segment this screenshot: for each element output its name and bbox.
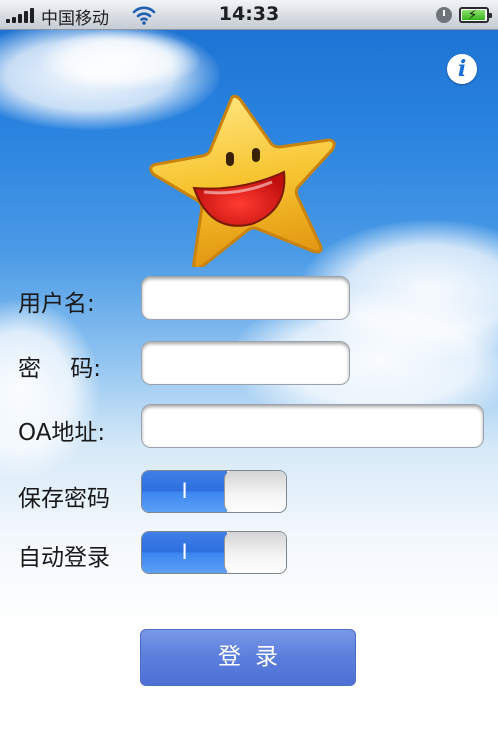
oa-address-label: OA地址: bbox=[18, 420, 106, 446]
lock-rotation-icon bbox=[436, 7, 452, 23]
status-time: 14:33 bbox=[218, 3, 280, 25]
login-screen: 中国移动 14:33 ⚡ i 用户名: 密 码: OA地址: 保存密码 I 自动… bbox=[0, 0, 498, 745]
toggle-on-text: I bbox=[181, 539, 188, 564]
oa-address-input[interactable] bbox=[141, 404, 484, 448]
auto-login-label: 自动登录 bbox=[18, 545, 110, 571]
password-input[interactable] bbox=[141, 341, 350, 385]
username-input[interactable] bbox=[141, 276, 350, 320]
toggle-knob[interactable] bbox=[224, 532, 286, 573]
status-bar: 中国移动 14:33 ⚡ bbox=[0, 0, 498, 30]
cloud-decoration bbox=[0, 300, 100, 480]
auto-login-toggle[interactable]: I bbox=[141, 531, 287, 574]
username-label: 用户名: bbox=[18, 291, 95, 317]
toggle-on-text: I bbox=[181, 478, 188, 503]
password-label: 密 码: bbox=[18, 356, 101, 382]
save-password-toggle[interactable]: I bbox=[141, 470, 287, 513]
info-button[interactable]: i bbox=[447, 54, 477, 84]
info-icon: i bbox=[457, 56, 467, 82]
toggle-knob[interactable] bbox=[224, 471, 286, 512]
login-button[interactable]: 登录 bbox=[140, 629, 356, 686]
save-password-label: 保存密码 bbox=[18, 486, 110, 512]
star-mascot-icon bbox=[148, 92, 344, 271]
cloud-decoration bbox=[40, 30, 200, 90]
battery-icon: ⚡ bbox=[459, 7, 492, 23]
